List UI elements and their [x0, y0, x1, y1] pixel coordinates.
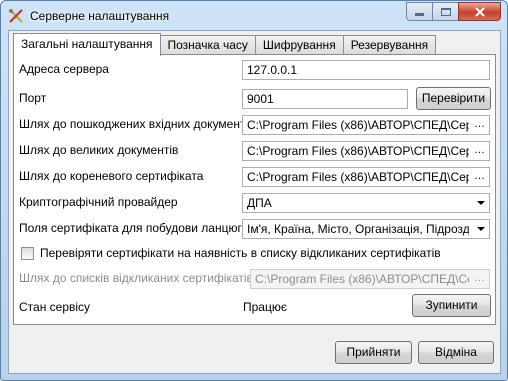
crypto-provider-label: Криптографічний провайдер [19, 195, 178, 209]
server-address-label: Адреса сервера [19, 62, 109, 76]
damaged-docs-path-value: C:\Program Files (x86)\АВТОР\СПЕД\Сервер… [247, 118, 469, 132]
port-input[interactable]: 9001 [242, 89, 408, 109]
maximize-icon [440, 7, 451, 16]
check-port-button[interactable]: Перевірити [416, 87, 491, 110]
tab-encryption[interactable]: Шифрування [254, 35, 344, 55]
crypto-provider-select[interactable]: ДПА [242, 193, 490, 213]
service-state-value: Працює [243, 300, 287, 314]
browse-root-cert-button[interactable]: … [472, 170, 487, 184]
port-value: 9001 [247, 92, 274, 106]
large-docs-path-label: Шлях до великих документів [19, 143, 179, 157]
dialog-body: Загальні налаштування Позначка часу Шифр… [8, 30, 501, 374]
cancel-button[interactable]: Відміна [418, 341, 494, 364]
minimize-button[interactable] [406, 2, 432, 21]
accept-button[interactable]: Прийняти [335, 341, 412, 364]
stop-service-button[interactable]: Зупинити [412, 294, 491, 317]
window-title: Серверне налаштування [30, 9, 170, 23]
large-docs-path-input[interactable]: C:\Program Files (x86)\АВТОР\СПЕД\Сервер… [242, 141, 490, 161]
browse-revoked-lists-button[interactable]: … [472, 272, 487, 286]
check-revoked-checkbox[interactable] [21, 247, 34, 260]
maximize-button[interactable] [432, 2, 458, 21]
cert-fields-value: Ім'я, Країна, Місто, Організація, Підроз… [247, 222, 469, 236]
browse-damaged-docs-button[interactable]: … [472, 118, 487, 132]
root-cert-path-label: Шлях до кореневого сертифіката [19, 169, 204, 183]
tab-strip: Загальні налаштування Позначка часу Шифр… [13, 33, 437, 56]
close-icon [474, 6, 485, 17]
revoked-lists-path-label: Шлях до списків відкликаних сертифікатів [19, 271, 253, 285]
general-settings-panel: Адреса сервера 127.0.0.1 Порт 9001 Перев… [13, 54, 496, 325]
server-address-value: 127.0.0.1 [247, 63, 298, 77]
root-cert-path-value: C:\Program Files (x86)\АВТОР\СПЕД\Сервер… [247, 170, 469, 184]
revoked-lists-path-value: C:\Program Files (x86)\АВТОР\СПЕД\Серве.… [255, 272, 469, 286]
minimize-icon [415, 13, 424, 16]
tab-timestamp[interactable]: Позначка часу [159, 35, 256, 55]
title-bar[interactable]: Серверне налаштування [1, 1, 507, 31]
tab-backup[interactable]: Резервування [342, 35, 437, 55]
large-docs-path-value: C:\Program Files (x86)\АВТОР\СПЕД\Сервер… [247, 144, 469, 158]
crypto-provider-value: ДПА [247, 196, 272, 210]
server-address-input[interactable]: 127.0.0.1 [242, 60, 490, 80]
dropdown-arrow-icon [477, 201, 485, 205]
dropdown-arrow-icon [477, 227, 485, 231]
damaged-docs-path-label: Шлях до пошкоджених вхідних документів [19, 117, 255, 131]
settings-window: Серверне налаштування Загальні налаштува… [0, 0, 508, 381]
check-revoked-label: Перевіряти сертифікати на наявність в сп… [40, 246, 441, 260]
root-cert-path-input[interactable]: C:\Program Files (x86)\АВТОР\СПЕД\Сервер… [242, 167, 490, 187]
service-state-label: Стан сервісу [19, 300, 91, 314]
damaged-docs-path-input[interactable]: C:\Program Files (x86)\АВТОР\СПЕД\Сервер… [242, 115, 490, 135]
close-button[interactable] [458, 2, 501, 21]
cert-fields-select[interactable]: Ім'я, Країна, Місто, Організація, Підроз… [242, 219, 490, 239]
tab-general[interactable]: Загальні налаштування [13, 33, 161, 56]
browse-large-docs-button[interactable]: … [472, 144, 487, 158]
tools-icon [8, 8, 24, 24]
revoked-lists-path-input[interactable]: C:\Program Files (x86)\АВТОР\СПЕД\Серве.… [250, 269, 490, 289]
port-label: Порт [19, 91, 47, 105]
cert-fields-label: Поля сертифіката для побудови ланцюга [19, 221, 249, 235]
